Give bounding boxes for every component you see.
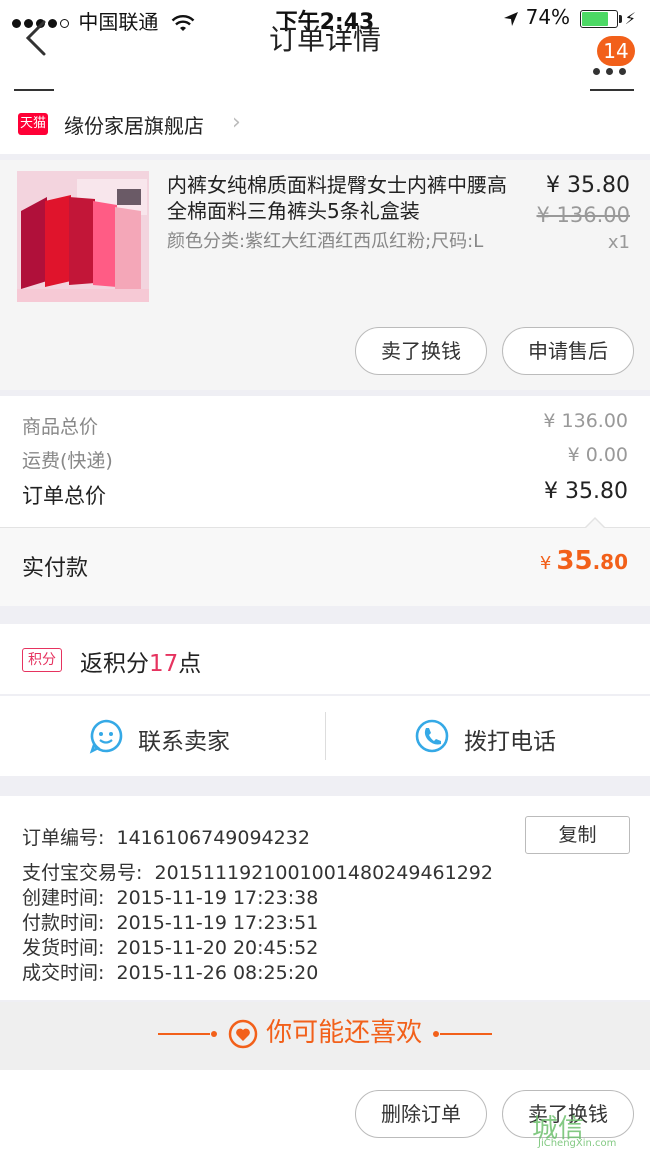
points-badge: 积分 [22,648,62,672]
summary-label-goods: 商品总价 [22,416,99,438]
watermark-url: JiChengXin.com [538,1138,617,1149]
copy-button[interactable]: 复制 [525,816,630,854]
paid-time-label: 付款时间: [22,912,105,934]
summary-value-goods: ¥ 136.00 [543,410,628,432]
product-title[interactable]: 内裤女纯棉质面料提臀女士内裤中腰高全棉面料三角裤头5条礼盒装 [167,172,517,224]
message-count-badge: 14 [597,36,635,66]
delete-order-button[interactable]: 删除订单 [355,1090,487,1138]
paid-currency: ¥ [539,553,552,574]
alipay-row: 支付宝交易号: 2015111921001001480249461292 [22,858,493,885]
done-label: 成交时间: [22,962,105,984]
back-underline [14,89,54,91]
heart-icon [228,1019,258,1048]
tmall-icon: 天猫 [18,113,48,135]
points-suffix: 点 [178,651,202,677]
order-number: 1416106749094232 [116,827,310,849]
paid-time-row: 付款时间: 2015-11-19 17:23:51 [22,908,318,935]
order-number-label: 订单编号: [22,827,105,849]
order-total-label: 订单总价 [22,484,106,508]
divider [0,527,650,528]
chevron-right-icon: › [232,110,241,135]
recommend-label: 你可能还喜欢 [266,1018,423,1048]
summary-label-shipping: 运费(快递) [22,450,113,472]
product-photo [17,171,149,302]
done-row: 成交时间: 2015-11-26 08:25:20 [22,958,318,985]
product-quantity: x1 [607,232,630,253]
shipped-row: 发货时间: 2015-11-20 20:45:52 [22,933,318,960]
recommend-title: 你可能还喜欢 [0,1012,650,1049]
alipay-number: 2015111921001001480249461292 [154,862,493,884]
shipped-label: 发货时间: [22,937,105,959]
product-image[interactable] [17,171,149,302]
call-phone-button[interactable]: 拨打电话 [464,722,556,756]
created-time: 2015-11-19 17:23:38 [116,887,319,909]
points-text: 返积分17点 [80,644,201,678]
after-sale-button[interactable]: 申请售后 [502,327,634,375]
shipped-time: 2015-11-20 20:45:52 [116,937,319,959]
product-original-price: ¥ 136.00 [536,203,630,227]
summary-value-shipping: ¥ 0.00 [567,444,628,466]
sell-button[interactable]: 卖了换钱 [355,327,487,375]
left-dash-dot-icon [157,1030,217,1037]
phone-icon [415,719,449,753]
paid-amount: ¥ 35.80 [540,546,628,576]
watermark: 城信 JiChengXin.com [532,1108,644,1152]
order-number-row: 订单编号: 1416106749094232 [22,823,310,850]
created-label: 创建时间: [22,887,105,909]
product-spec: 颜色分类:紫红大红酒红西瓜红粉;尺码:L [167,231,484,252]
contact-seller-button[interactable]: 联系卖家 [138,722,230,756]
divider [325,712,326,760]
paid-time: 2015-11-19 17:23:51 [116,912,319,934]
paid-integer: 35 [556,546,593,576]
more-underline [590,89,634,91]
points-value: 17 [149,651,179,677]
product-price: ¥ 35.80 [546,173,630,198]
done-time: 2015-11-26 08:25:20 [116,962,319,984]
alipay-label: 支付宝交易号: [22,862,143,884]
paid-label: 实付款 [22,556,89,581]
created-row: 创建时间: 2015-11-19 17:23:38 [22,883,318,910]
caret-up-fill [585,519,605,529]
order-total-value: ¥ 35.80 [544,479,628,504]
points-prefix: 返积分 [80,651,149,677]
paid-decimal: .80 [592,550,628,574]
shop-name[interactable]: 缘份家居旗舰店 [64,110,204,139]
right-dash-dot-icon [433,1030,493,1037]
chat-icon [89,719,123,754]
page-title: 订单详情 [268,23,381,56]
